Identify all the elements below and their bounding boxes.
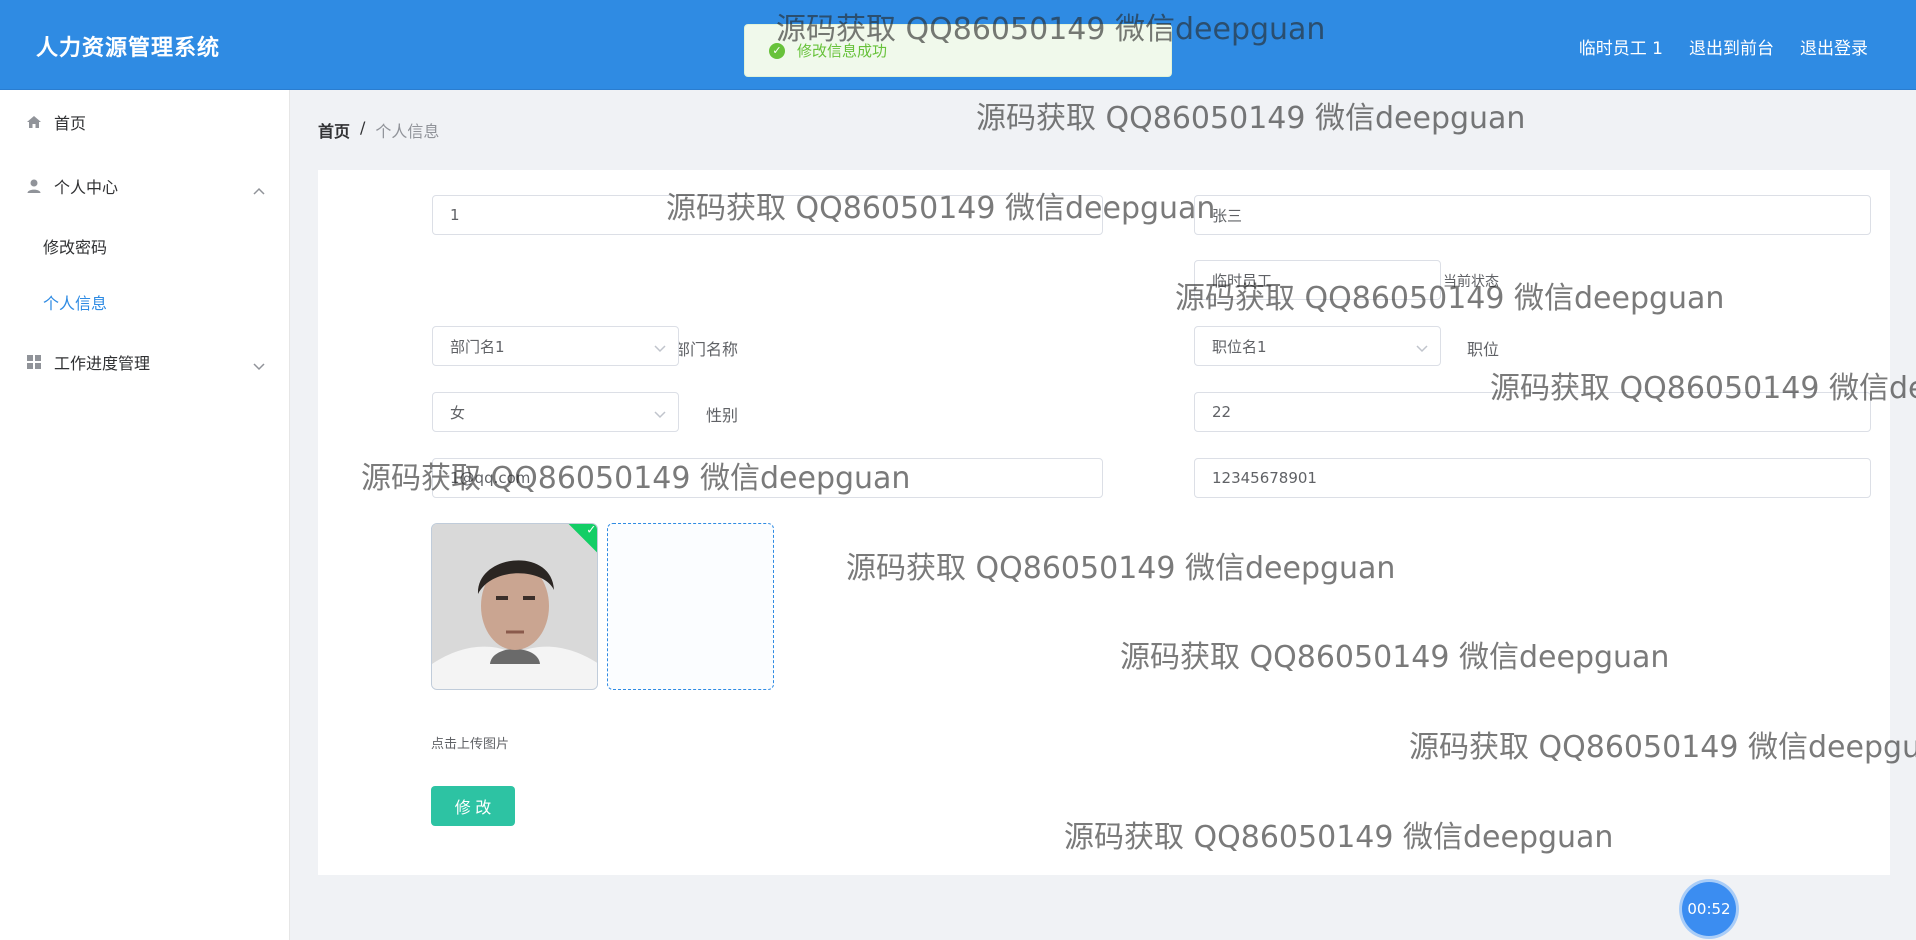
status-input[interactable]: 临时员工 xyxy=(1194,260,1441,300)
chevron-down-icon xyxy=(654,405,666,423)
breadcrumb: 首页 / 个人信息 xyxy=(318,118,439,142)
breadcrumb-current: 个人信息 xyxy=(375,122,440,141)
name-input[interactable]: 张三 xyxy=(1194,195,1871,235)
success-toast: ✓ 修改信息成功 xyxy=(744,24,1172,77)
chevron-down-icon xyxy=(1416,339,1428,357)
user-icon xyxy=(26,178,42,194)
app-title: 人力资源管理系统 xyxy=(36,36,221,61)
position-label: 职位 xyxy=(1466,340,1499,359)
recording-timer: 00:52 xyxy=(1682,882,1736,936)
logout-link[interactable]: 退出登录 xyxy=(1800,34,1868,59)
gender-label: 性别 xyxy=(705,406,738,425)
phone-input[interactable]: 12345678901 xyxy=(1194,458,1871,498)
sidebar-item-work-progress[interactable]: 工作进度管理 xyxy=(0,330,289,394)
position-select[interactable]: 职位名1 xyxy=(1194,326,1441,366)
breadcrumb-home[interactable]: 首页 xyxy=(318,118,350,142)
position-value: 职位名1 xyxy=(1212,337,1267,356)
upload-dropzone[interactable] xyxy=(607,523,774,690)
sidebar-item-personal-info[interactable]: 个人信息 xyxy=(0,274,289,330)
success-check-icon: ✓ xyxy=(769,42,785,59)
check-icon: ✓ xyxy=(586,523,597,537)
department-value: 部门名1 xyxy=(450,337,505,356)
portrait-image xyxy=(432,524,597,689)
uploaded-photo[interactable]: ✓ xyxy=(431,523,598,690)
toast-message: 修改信息成功 xyxy=(797,42,888,60)
department-label: 部门名称 xyxy=(673,340,738,359)
sidebar: 首页 个人中心 修改密码 个人信息 工作进度管理 xyxy=(0,90,290,940)
home-icon xyxy=(26,114,42,130)
watermark-text: 源码获取 QQ86050149 微信deepguan xyxy=(976,101,1526,136)
sidebar-item-label: 首页 xyxy=(54,114,87,133)
sidebar-item-home[interactable]: 首页 xyxy=(0,90,289,154)
chevron-down-icon xyxy=(654,339,666,357)
employee-no-input[interactable]: 1 xyxy=(432,195,1103,235)
age-input[interactable]: 22 xyxy=(1194,392,1871,432)
current-user-link[interactable]: 临时员工 1 xyxy=(1579,34,1663,59)
upload-hint: 点击上传图片 xyxy=(431,737,510,752)
header-links: 临时员工 1 退出到前台 退出登录 xyxy=(1579,34,1868,59)
breadcrumb-separator: / xyxy=(360,118,366,137)
chevron-up-icon xyxy=(253,180,265,199)
back-to-frontend-link[interactable]: 退出到前台 xyxy=(1689,34,1774,59)
sidebar-item-label: 工作进度管理 xyxy=(54,354,151,373)
gender-select[interactable]: 女 xyxy=(432,392,679,432)
status-label: 当前状态 xyxy=(1443,274,1499,290)
submit-button[interactable]: 修 改 xyxy=(431,786,515,826)
sidebar-item-label: 个人中心 xyxy=(54,178,119,197)
sidebar-item-personal-center[interactable]: 个人中心 xyxy=(0,154,289,218)
grid-icon xyxy=(26,354,42,370)
sidebar-item-change-password[interactable]: 修改密码 xyxy=(0,218,289,274)
email-input[interactable]: 1@qq.com xyxy=(432,458,1103,498)
gender-value: 女 xyxy=(450,403,466,422)
department-select[interactable]: 部门名1 xyxy=(432,326,679,366)
chevron-down-icon xyxy=(253,356,265,375)
